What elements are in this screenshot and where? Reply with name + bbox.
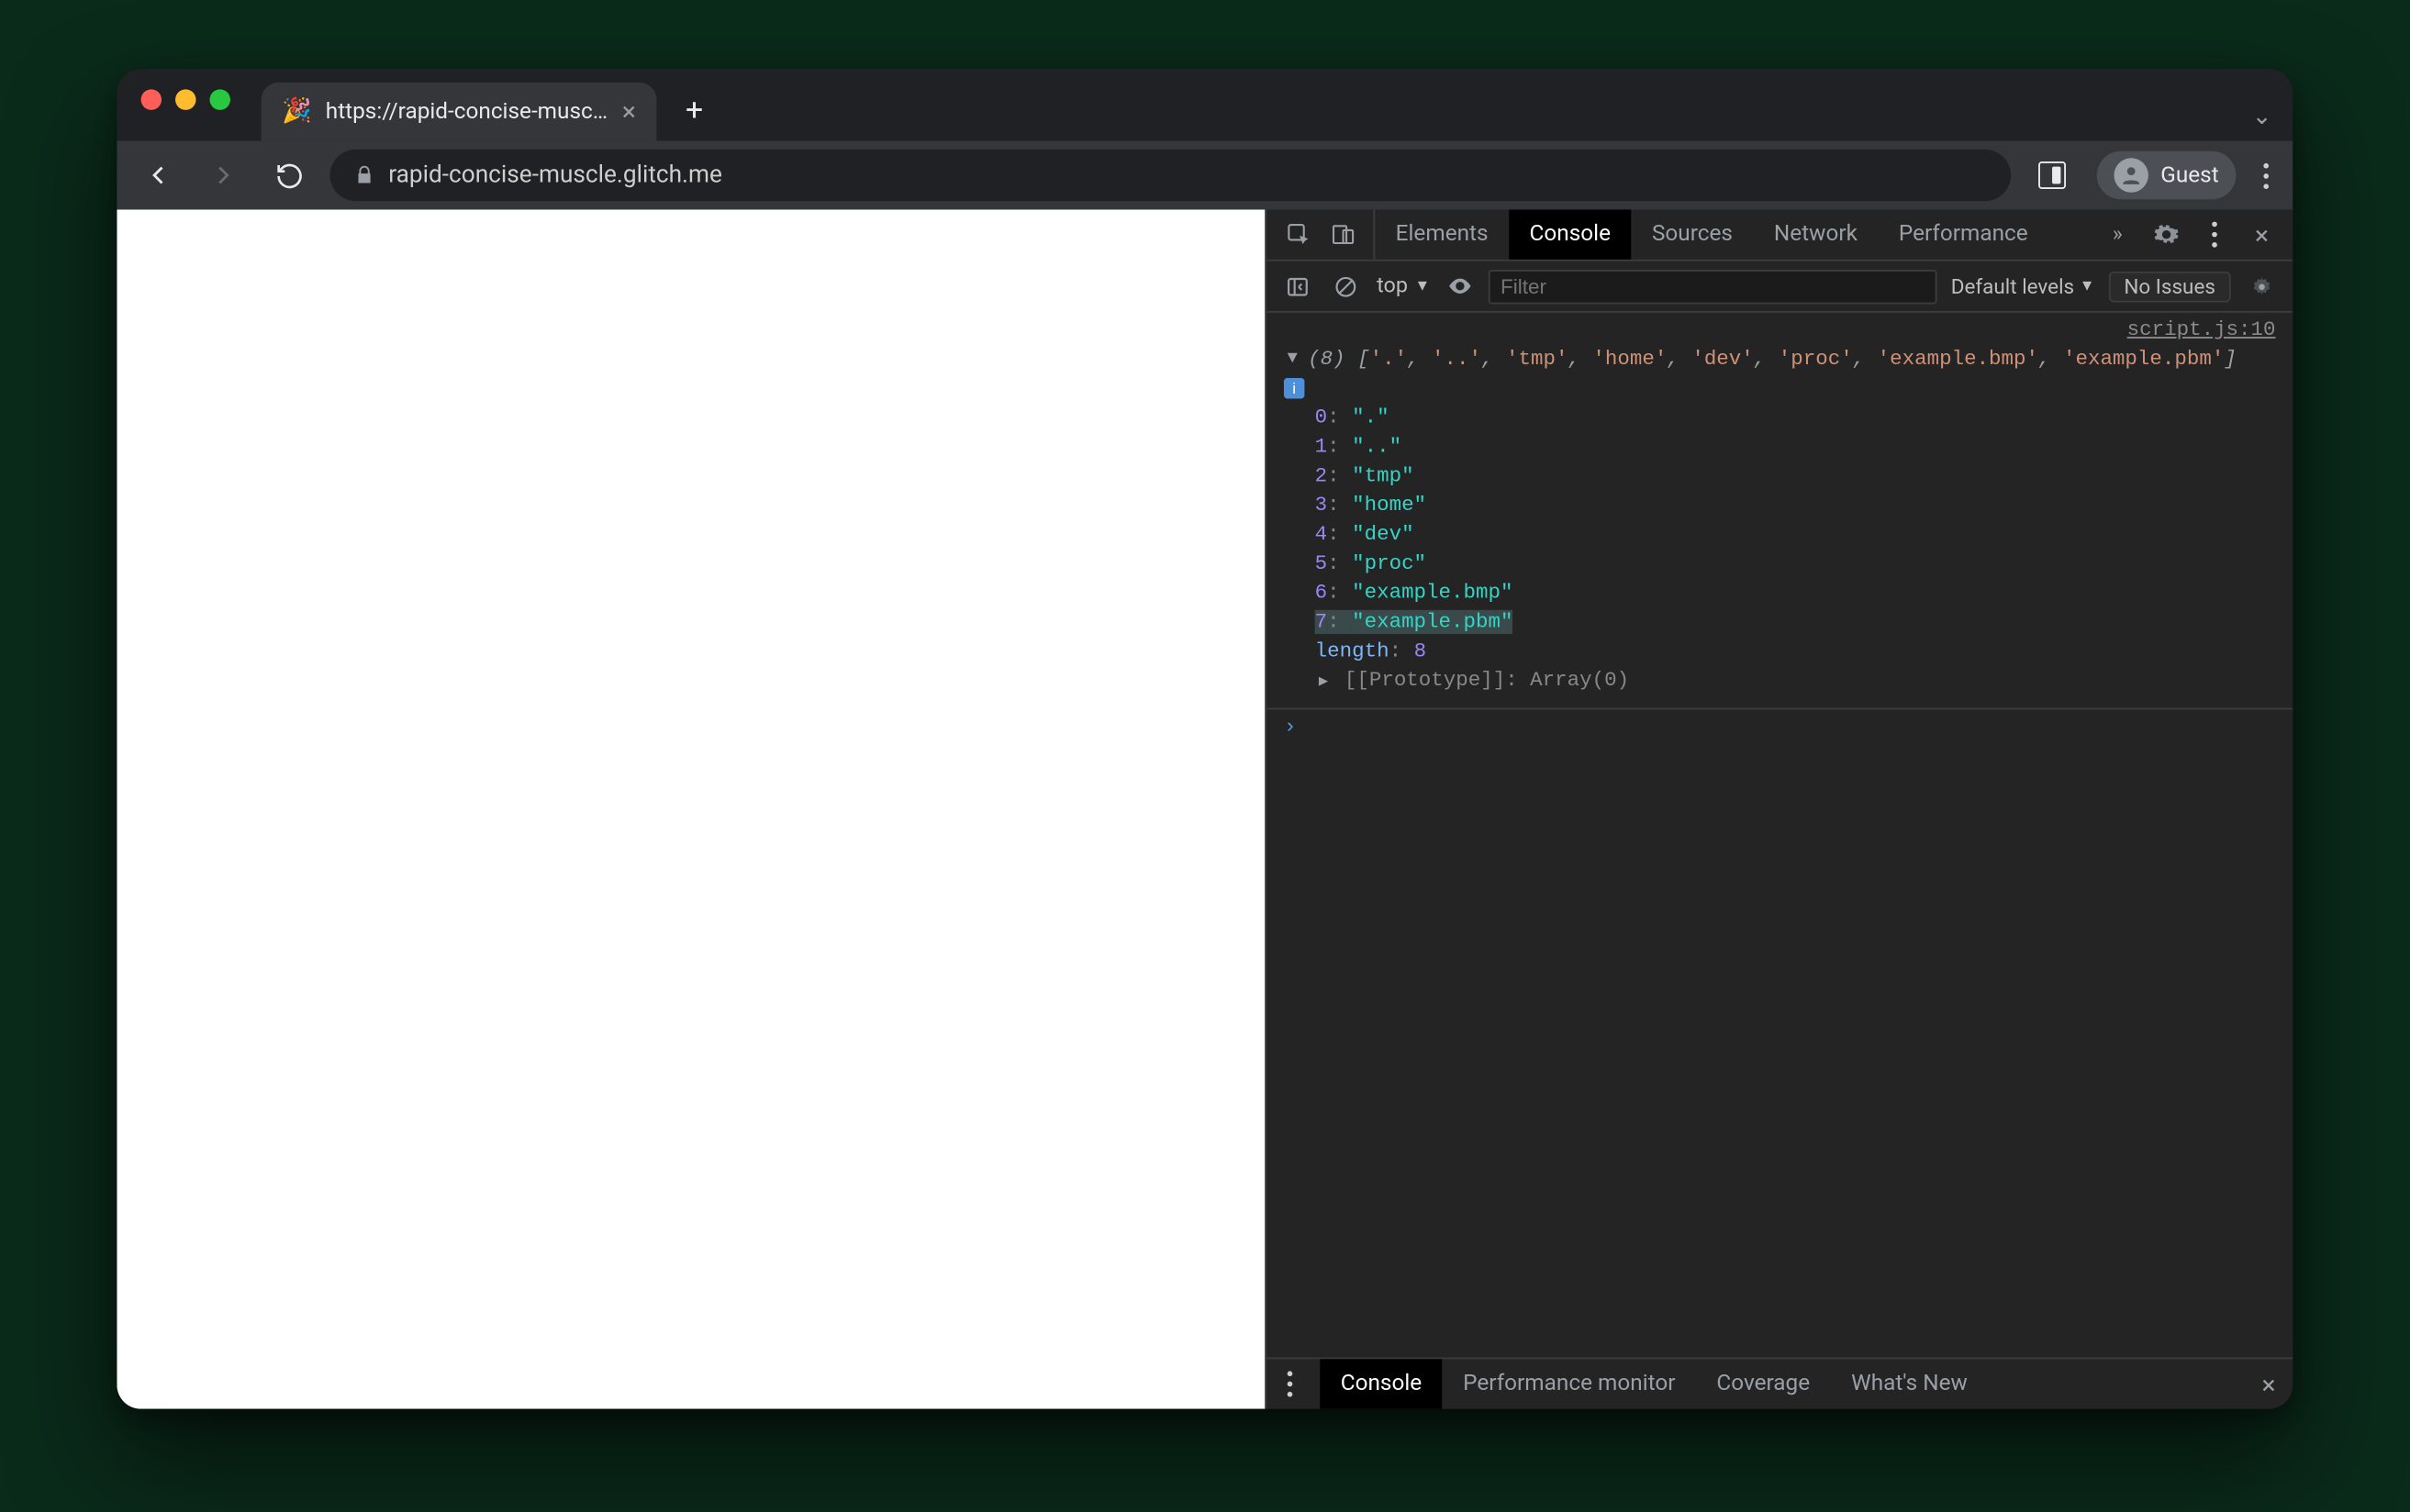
side-panel-icon[interactable] [2028,151,2076,199]
profile-label: Guest [2160,162,2218,188]
devtools-drawer: ConsolePerformance monitorCoverageWhat's… [1266,1357,2293,1408]
console-settings-icon[interactable] [2245,269,2279,303]
back-button[interactable] [134,151,182,199]
console-log-entry[interactable]: ▼ (8) ['.', '..', 'tmp', 'home', 'dev', … [1266,345,2293,374]
browser-menu-icon[interactable] [2257,155,2276,195]
console-output[interactable]: script.js:10 ▼ (8) ['.', '..', 'tmp', 'h… [1266,313,2293,1358]
clear-console-icon[interactable] [1329,269,1363,303]
array-length-row[interactable]: length: 8 [1315,638,2293,667]
console-sidebar-toggle-icon[interactable] [1280,269,1314,303]
array-expanded: 0: "."1: ".."2: "tmp"3: "home"4: "dev"5:… [1266,404,2293,638]
tab-strip: 🎉 https://rapid-concise-muscle.g × + ⌄ [117,69,2293,141]
url-text: rapid-concise-muscle.glitch.me [388,161,722,189]
avatar-icon [2114,158,2148,192]
address-bar[interactable]: rapid-concise-muscle.glitch.me [330,150,2012,201]
drawer-menu-icon[interactable] [1266,1364,1313,1404]
array-item[interactable]: 2: "tmp" [1315,462,2293,492]
array-prototype-row[interactable]: ▶ [[Prototype]]: Array(0) [1315,667,2293,698]
devtools-tab-console[interactable]: Console [1509,209,1631,259]
drawer-tab-what-s-new[interactable]: What's New [1831,1359,1989,1408]
forward-button[interactable] [199,151,247,199]
tab-favicon: 🎉 [282,98,312,126]
log-levels-selector[interactable]: Default levels▼ [1951,274,2095,298]
live-expression-icon[interactable] [1444,269,1475,303]
devtools-tab-performance[interactable]: Performance [1879,209,2049,259]
expand-caret-icon[interactable]: ▼ [1284,345,1301,374]
maximize-window-button[interactable] [210,89,230,109]
console-filter-input[interactable] [1489,269,1937,303]
window-controls [141,69,248,141]
array-item[interactable]: 5: "proc" [1315,550,2293,579]
execution-context-selector[interactable]: top▼ [1377,273,1430,299]
close-window-button[interactable] [141,89,162,109]
array-item[interactable]: 1: ".." [1315,433,2293,462]
array-item[interactable]: 7: "example.pbm" [1315,608,2293,638]
content-area: ElementsConsoleSourcesNetworkPerformance… [117,209,2293,1408]
devtools-tab-elements[interactable]: Elements [1375,209,1509,259]
devtools-tabs: ElementsConsoleSourcesNetworkPerformance… [1266,209,2293,261]
browser-window: 🎉 https://rapid-concise-muscle.g × + ⌄ [117,69,2293,1409]
tab-title: https://rapid-concise-muscle.g [326,99,608,125]
new-tab-button[interactable]: + [671,86,719,134]
array-preview: (8) ['.', '..', 'tmp', 'home', 'dev', 'p… [1308,345,2237,374]
page-viewport[interactable] [117,209,1266,1408]
devtools-panel: ElementsConsoleSourcesNetworkPerformance… [1266,209,2293,1408]
devtools-tab-network[interactable]: Network [1754,209,1879,259]
minimize-window-button[interactable] [175,89,195,109]
close-devtools-icon[interactable]: × [2245,217,2279,251]
tab-search-icon[interactable]: ⌄ [2252,103,2272,130]
device-toolbar-icon[interactable] [1325,217,1359,251]
lock-icon[interactable] [354,165,374,185]
array-item[interactable]: 4: "dev" [1315,520,2293,550]
close-drawer-icon[interactable]: × [2245,1369,2293,1400]
devtools-menu-icon[interactable] [2197,217,2231,251]
drawer-tab-console[interactable]: Console [1320,1359,1442,1408]
array-item[interactable]: 0: "." [1315,404,2293,433]
reload-button[interactable] [265,151,313,199]
browser-toolbar: rapid-concise-muscle.glitch.me Guest [117,141,2293,210]
info-badge-icon[interactable]: i [1284,378,1304,398]
drawer-tab-performance-monitor[interactable]: Performance monitor [1443,1359,1696,1408]
console-toolbar: top▼ Default levels▼ No Issues [1266,261,2293,313]
source-link[interactable]: script.js:10 [1266,317,2293,346]
settings-icon[interactable] [2148,217,2182,251]
devtools-tab-sources[interactable]: Sources [1632,209,1754,259]
browser-tab[interactable]: 🎉 https://rapid-concise-muscle.g × [262,83,657,141]
more-tabs-icon[interactable]: » [2101,217,2135,251]
issues-button[interactable]: No Issues [2109,271,2231,302]
inspect-element-icon[interactable] [1280,217,1314,251]
array-item[interactable]: 6: "example.bmp" [1315,579,2293,608]
close-tab-icon[interactable]: × [622,99,636,125]
profile-button[interactable]: Guest [2097,151,2236,199]
array-item[interactable]: 3: "home" [1315,492,2293,521]
console-prompt[interactable]: › [1266,708,2293,746]
drawer-tab-coverage[interactable]: Coverage [1696,1359,1831,1408]
